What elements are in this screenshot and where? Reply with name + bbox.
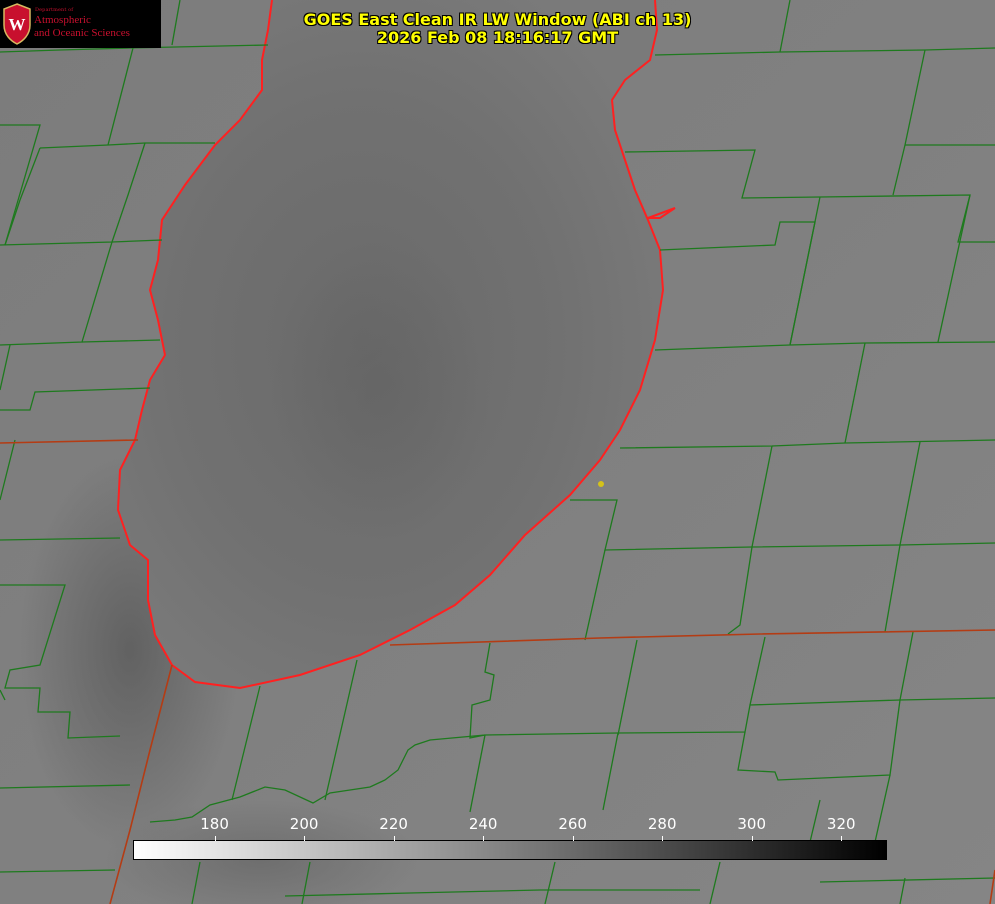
- colorbar-tick-label: 220: [379, 815, 408, 833]
- colorbar-tick-mark: [751, 836, 753, 841]
- lake-dark-patch: [270, 240, 490, 540]
- colorbar-tick-mark: [841, 836, 843, 841]
- colorbar-tick-mark: [662, 836, 664, 841]
- map-canvas: [0, 0, 995, 904]
- image-title: GOES East Clean IR LW Window (ABI ch 13)…: [0, 11, 995, 47]
- colorbar-tick-mark: [483, 836, 485, 841]
- colorbar-tick-label: 200: [289, 815, 319, 833]
- colorbar-tick-mark: [393, 836, 395, 841]
- dot-icon: [598, 481, 604, 487]
- colorbar-tick-mark: [304, 836, 306, 841]
- title-product: GOES East Clean IR LW Window (ABI ch 13): [303, 10, 692, 29]
- colorbar-tick-label: 280: [647, 815, 677, 833]
- colorbar-tick-label: 240: [468, 815, 498, 833]
- colorbar-tick-mark: [572, 836, 574, 841]
- colorbar-tick-label: 300: [737, 815, 767, 833]
- title-timestamp: 2026 Feb 08 18:16:17 GMT: [376, 28, 619, 47]
- colorbar-tick-label: 320: [826, 815, 856, 833]
- colorbar-tick-label: 180: [200, 815, 229, 833]
- colorbar: [133, 840, 887, 860]
- colorbar-tick-mark: [214, 836, 216, 841]
- satellite-image: W Department of Atmospheric and Oceanic …: [0, 0, 995, 904]
- colorbar-tick-label: 260: [558, 815, 587, 833]
